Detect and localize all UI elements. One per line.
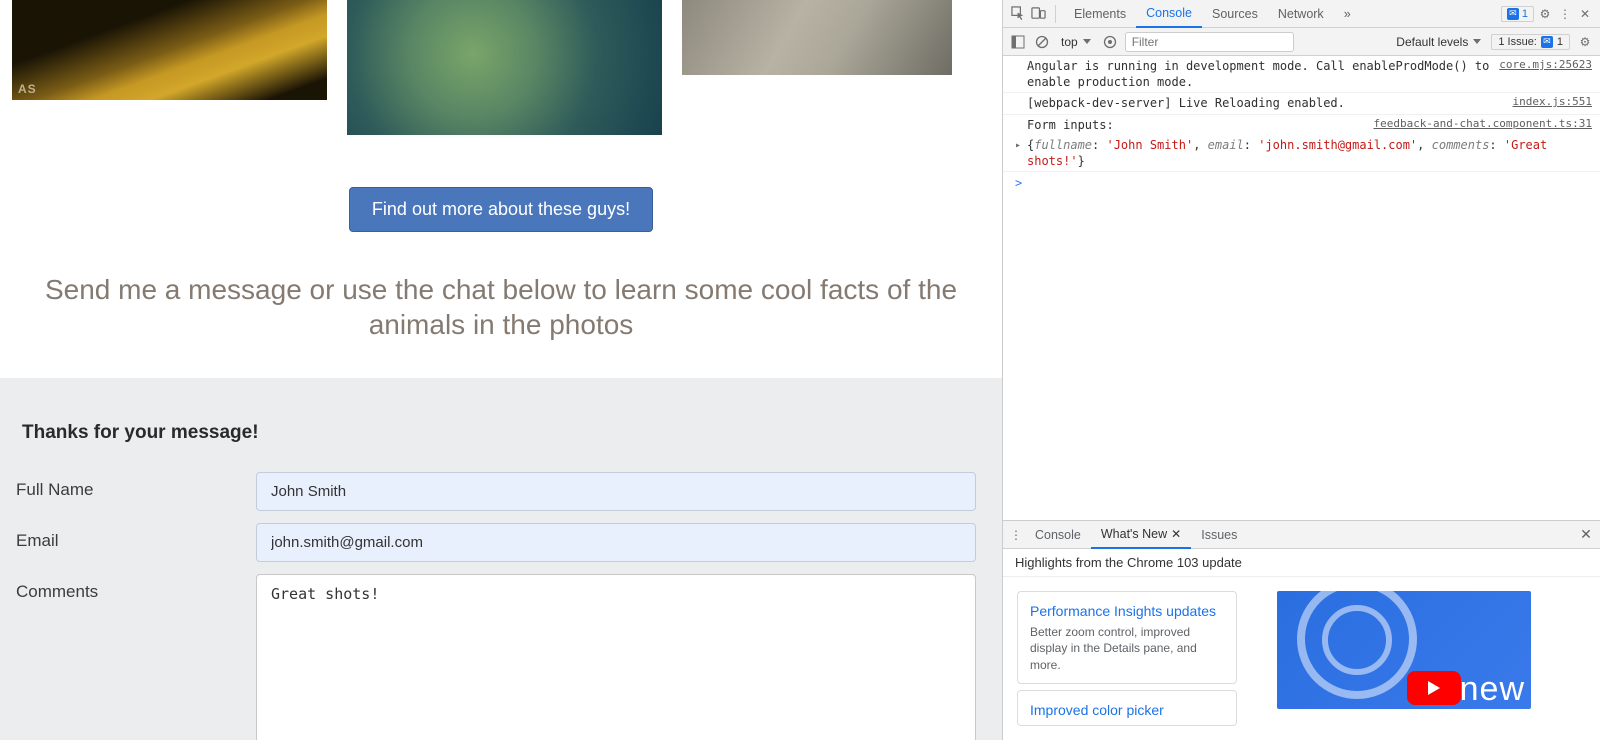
console-log-row[interactable]: Form inputs: feedback-and-chat.component… — [1003, 115, 1600, 135]
issues-badge[interactable]: ✉ 1 — [1501, 6, 1534, 22]
object-dump: {fullname: 'John Smith', email: 'john.sm… — [1027, 137, 1592, 169]
promo-decoration — [1322, 605, 1392, 675]
email-label: Email — [16, 523, 256, 551]
chat-icon: ✉ — [1541, 36, 1553, 48]
issues-pill-count: 1 — [1557, 36, 1563, 48]
close-icon[interactable]: ✕ — [1576, 5, 1594, 23]
console-log-row[interactable]: Angular is running in development mode. … — [1003, 56, 1600, 93]
log-levels-label: Default levels — [1396, 35, 1468, 49]
tab-network[interactable]: Network — [1268, 0, 1334, 28]
log-message: Angular is running in development mode. … — [1027, 58, 1491, 90]
drawer-content: Performance Insights updates Better zoom… — [1003, 577, 1600, 740]
drawer-tab-whatsnew[interactable]: What's New ✕ — [1091, 521, 1191, 549]
play-icon[interactable] — [1407, 671, 1461, 705]
log-source-link[interactable]: core.mjs:25623 — [1491, 58, 1592, 90]
drawer-subheading: Highlights from the Chrome 103 update — [1003, 549, 1600, 577]
log-levels-selector[interactable]: Default levels — [1392, 35, 1485, 49]
thanks-message: Thanks for your message! — [22, 422, 986, 444]
devtools-toolbar: Elements Console Sources Network » ✉ 1 ⚙… — [1003, 0, 1600, 28]
tabs-overflow-icon[interactable]: » — [1334, 0, 1361, 28]
live-expression-icon[interactable] — [1101, 33, 1119, 51]
kebab-menu-icon[interactable]: ⋮ — [1556, 5, 1574, 23]
devtools-tabs: Elements Console Sources Network » — [1064, 0, 1361, 28]
card-description: Better zoom control, improved display in… — [1030, 624, 1224, 673]
tab-elements[interactable]: Elements — [1064, 0, 1136, 28]
tab-sources[interactable]: Sources — [1202, 0, 1268, 28]
log-source-link[interactable]: index.js:551 — [1505, 95, 1592, 111]
gallery-photo[interactable] — [347, 0, 662, 135]
inspect-element-icon[interactable] — [1009, 5, 1027, 23]
console-subtoolbar: top Default levels 1 Issue: ✉ 1 ⚙ — [1003, 28, 1600, 56]
drawer-close-icon[interactable]: ✕ — [1576, 526, 1596, 543]
issues-pill-label: 1 Issue: — [1498, 36, 1537, 48]
drawer-tabs: ⋮ Console What's New ✕ Issues ✕ — [1003, 521, 1600, 549]
context-label: top — [1061, 35, 1078, 49]
drawer-tab-console[interactable]: Console — [1025, 521, 1091, 549]
toolbar-separator — [1055, 5, 1056, 23]
settings-icon[interactable]: ⚙ — [1536, 5, 1554, 23]
context-selector[interactable]: top — [1057, 34, 1095, 50]
card-title: Improved color picker — [1030, 701, 1224, 719]
fullname-label: Full Name — [16, 472, 256, 500]
whatsnew-video-promo[interactable]: new — [1277, 591, 1531, 709]
whatsnew-card[interactable]: Improved color picker — [1017, 690, 1237, 726]
email-input[interactable] — [256, 523, 976, 562]
close-tab-icon[interactable]: ✕ — [1171, 527, 1181, 541]
issues-pill[interactable]: 1 Issue: ✉ 1 — [1491, 34, 1570, 50]
gallery-photo[interactable] — [12, 0, 327, 100]
cta-button[interactable]: Find out more about these guys! — [349, 187, 653, 232]
whatsnew-card[interactable]: Performance Insights updates Better zoom… — [1017, 591, 1237, 684]
chevron-down-icon — [1083, 39, 1091, 44]
app-page: Find out more about these guys! Send me … — [0, 0, 1002, 740]
devtools-panel: Elements Console Sources Network » ✉ 1 ⚙… — [1002, 0, 1600, 740]
console-prompt[interactable]: > — [1003, 172, 1600, 194]
log-source-link[interactable]: feedback-and-chat.component.ts:31 — [1365, 117, 1592, 133]
devtools-drawer: ⋮ Console What's New ✕ Issues ✕ Highligh… — [1003, 520, 1600, 740]
filter-input[interactable] — [1125, 32, 1294, 52]
log-message: Form inputs: — [1027, 117, 1365, 133]
drawer-tab-issues[interactable]: Issues — [1191, 521, 1247, 549]
comments-textarea[interactable]: Great shots! — [256, 574, 976, 740]
drawer-menu-icon[interactable]: ⋮ — [1007, 526, 1025, 544]
section-title: Send me a message or use the chat below … — [26, 272, 976, 342]
log-message: [webpack-dev-server] Live Reloading enab… — [1027, 95, 1505, 111]
tab-console[interactable]: Console — [1136, 0, 1202, 28]
console-object-row[interactable]: ▸ {fullname: 'John Smith', email: 'john.… — [1003, 135, 1600, 172]
device-toolbar-icon[interactable] — [1029, 5, 1047, 23]
chat-icon: ✉ — [1507, 8, 1519, 20]
console-settings-icon[interactable]: ⚙ — [1576, 33, 1594, 51]
issues-count: 1 — [1522, 8, 1528, 20]
comments-label: Comments — [16, 574, 256, 602]
gallery-photo[interactable] — [682, 0, 952, 75]
console-sidebar-toggle-icon[interactable] — [1009, 33, 1027, 51]
photo-gallery — [0, 0, 1002, 135]
feedback-form: Thanks for your message! Full Name Email… — [0, 378, 1002, 740]
console-log-row[interactable]: [webpack-dev-server] Live Reloading enab… — [1003, 93, 1600, 114]
expand-caret-icon[interactable]: ▸ — [1015, 139, 1021, 153]
drawer-tab-label: What's New — [1101, 527, 1167, 541]
fullname-input[interactable] — [256, 472, 976, 511]
card-title: Performance Insights updates — [1030, 602, 1224, 620]
clear-console-icon[interactable] — [1033, 33, 1051, 51]
chevron-down-icon — [1473, 39, 1481, 44]
promo-text: new — [1460, 670, 1525, 709]
console-body[interactable]: Angular is running in development mode. … — [1003, 56, 1600, 520]
